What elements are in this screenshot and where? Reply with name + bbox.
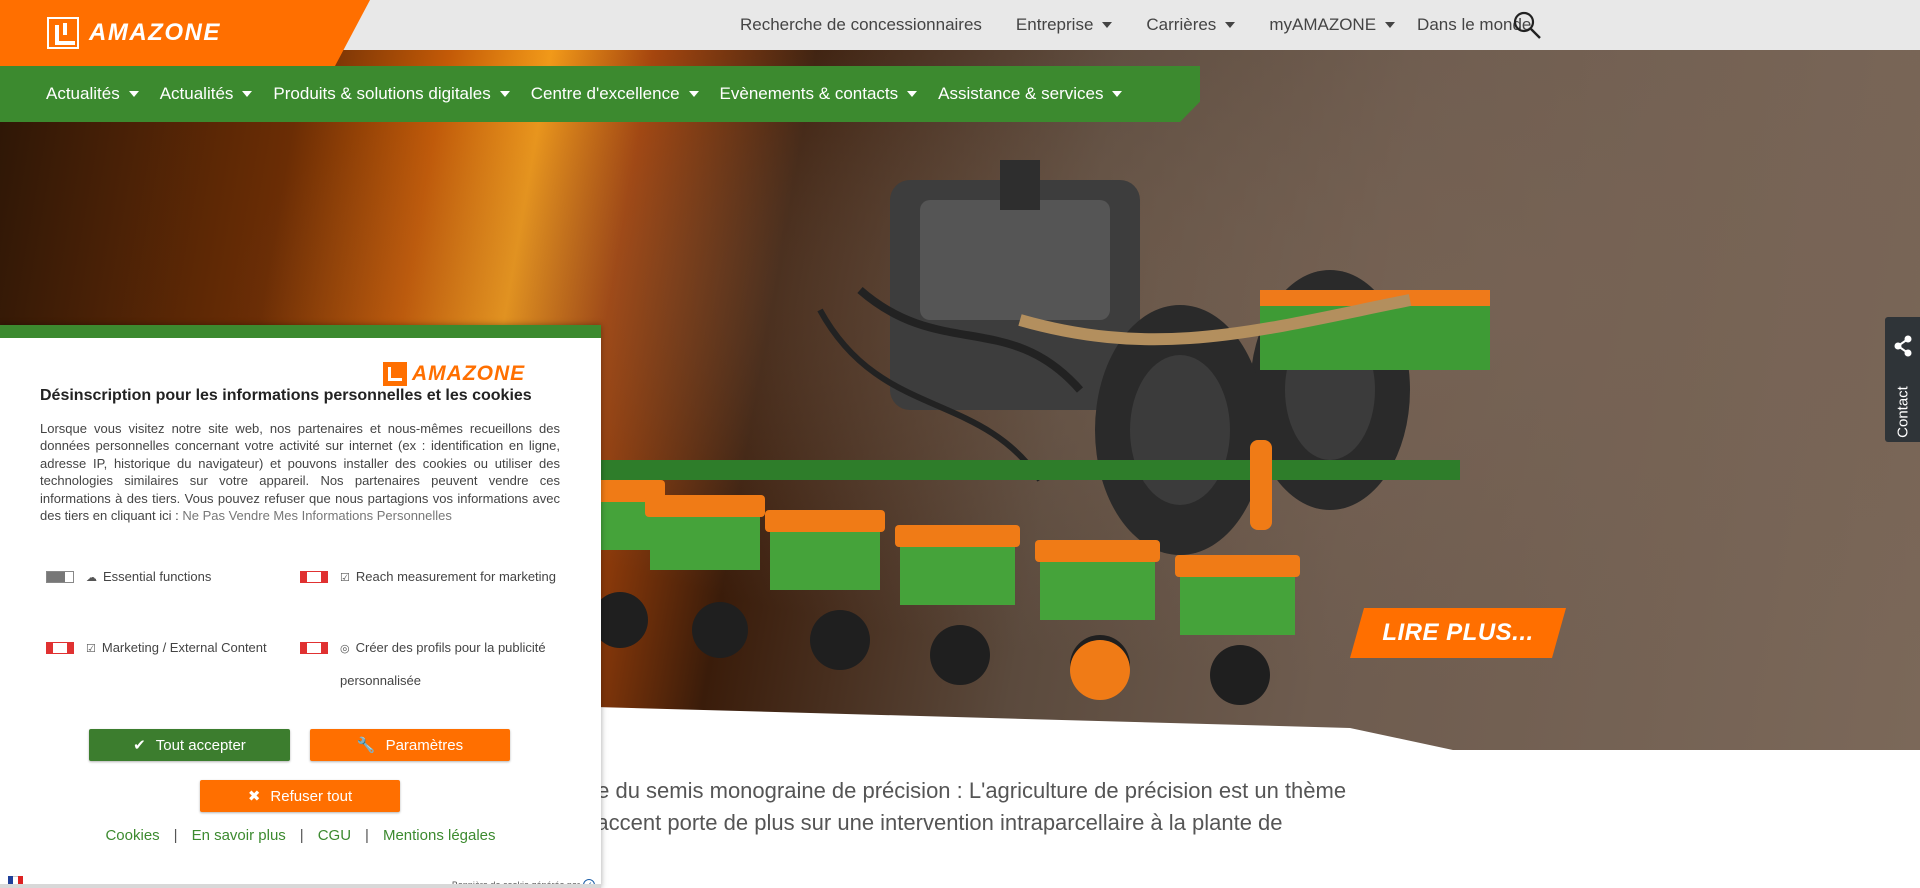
checkbox-icon: ☑ — [340, 572, 350, 584]
caret-down-icon — [1385, 22, 1396, 28]
caret-down-icon — [242, 91, 253, 97]
share-icon — [1894, 335, 1912, 357]
mentions-legales-link[interactable]: Mentions légales — [383, 827, 496, 844]
mainnav-evenements[interactable]: Evènements & contacts — [720, 84, 918, 104]
lire-plus-button[interactable]: LIRE PLUS... — [1350, 608, 1566, 658]
option-marketing: ☑ Marketing / External Content — [46, 640, 286, 655]
caret-down-icon — [128, 91, 139, 97]
mainnav-actualites-2[interactable]: Actualités — [160, 84, 253, 104]
topnav-entreprise[interactable]: Entreprise — [1015, 15, 1113, 35]
amazone-logo[interactable]: AMAZONE — [47, 17, 221, 49]
cookie-logo-text: AMAZONE — [412, 362, 526, 385]
amazone-logo-icon — [47, 17, 79, 49]
option-label: Reach measurement for marketing — [355, 569, 557, 584]
search-icon[interactable] — [1512, 10, 1542, 40]
en-savoir-plus-link[interactable]: En savoir plus — [192, 827, 286, 844]
caret-down-icon — [907, 91, 918, 97]
topnav-label: Recherche de concessionnaires — [740, 15, 982, 34]
mainnav-label: Assistance & services — [938, 84, 1104, 103]
caret-down-icon — [688, 91, 699, 97]
intro-line-2: L'accent porte de plus sur une intervent… — [580, 810, 1283, 835]
banner-bottom-strip — [0, 884, 601, 888]
mainnav-assistance[interactable]: Assistance & services — [938, 84, 1123, 104]
parameters-button[interactable]: 🔧 Paramètres — [310, 729, 510, 761]
cgu-link[interactable]: CGU — [318, 827, 351, 844]
caret-down-icon — [1225, 22, 1236, 28]
cookie-amazone-logo: AMAZONE — [383, 362, 525, 386]
cloud-icon: ☁ — [86, 572, 97, 584]
mainnav-label: Produits & solutions digitales — [273, 84, 491, 103]
accept-all-button[interactable]: ✔ Tout accepter — [89, 729, 290, 761]
top-navigation: Recherche de concessionnaires Entreprise… — [740, 0, 1565, 50]
option-essential: ☁ Essential functions — [46, 569, 276, 584]
mainnav-label: Centre d'excellence — [530, 84, 680, 103]
main-navigation: Actualités Actualités Produits & solutio… — [0, 66, 1200, 122]
logo-block[interactable]: AMAZONE — [0, 0, 370, 66]
caret-down-icon — [1102, 22, 1113, 28]
topnav-myamazone[interactable]: myAMAZONE — [1269, 15, 1396, 35]
profiles-toggle[interactable] — [300, 642, 328, 654]
option-label-wrap: ◎ Créer des profils pour la publicité per… — [300, 632, 570, 697]
topnav-carrieres[interactable]: Carrières — [1146, 15, 1236, 35]
amazone-logo-icon — [383, 362, 407, 386]
accept-all-label: Tout accepter — [155, 736, 246, 754]
option-label: Essential functions — [103, 569, 212, 584]
mainnav-actualites-1[interactable]: Actualités — [46, 84, 139, 104]
reach-measurement-toggle[interactable] — [300, 571, 328, 583]
checkbox-icon: ☑ — [86, 643, 96, 655]
close-icon: ✖ — [247, 788, 261, 805]
cookies-link[interactable]: Cookies — [105, 827, 159, 844]
mainnav-label: Actualités — [46, 84, 120, 103]
cookie-footer-links: Cookies | En savoir plus | CGU | Mentions léga… — [0, 827, 601, 844]
do-not-sell-link[interactable]: Ne Pas Vendre Mes Informations Personnel… — [182, 508, 452, 523]
contact-label: Contact — [1894, 386, 1912, 438]
caret-down-icon — [499, 91, 510, 97]
topnav-label: Entreprise — [1015, 15, 1094, 34]
check-icon: ✔ — [133, 737, 146, 754]
mainnav-label: Evènements & contacts — [719, 84, 899, 103]
topnav-label: myAMAZONE — [1269, 15, 1377, 34]
refuse-all-label: Refuser tout — [270, 787, 353, 805]
essential-toggle — [46, 571, 74, 583]
topnav-label: Carrières — [1146, 15, 1217, 34]
option-profiles: ◎ Créer des profils pour la publicité per… — [300, 640, 570, 697]
cookie-description: Lorsque vous visitez notre site web, nos… — [40, 420, 560, 524]
option-label: Marketing / External Content — [101, 640, 267, 655]
link-separator: | — [173, 827, 178, 844]
mainnav-produits[interactable]: Produits & solutions digitales — [273, 84, 510, 104]
mainnav-centre-excellence[interactable]: Centre d'excellence — [531, 84, 699, 104]
target-icon: ◎ — [340, 643, 350, 655]
parameters-label: Paramètres — [385, 736, 464, 754]
intro-text: ple du semis monograine de précision : L… — [580, 775, 1480, 839]
option-label: Créer des profils pour la publicité pers… — [340, 640, 546, 688]
option-label-wrap: ☑ Reach measurement for marketing — [300, 561, 556, 594]
contact-tab[interactable]: Contact — [1885, 317, 1920, 442]
cookie-title: Désinscription pour les informations per… — [40, 387, 532, 404]
link-separator: | — [299, 827, 304, 844]
option-reach-measurement: ☑ Reach measurement for marketing — [300, 569, 570, 594]
link-separator: | — [365, 827, 369, 844]
wrench-icon: 🔧 — [356, 737, 376, 754]
cookie-banner: AMAZONE Désinscription pour les informat… — [0, 325, 601, 888]
intro-line-1: ple du semis monograine de précision : L… — [580, 778, 1347, 803]
mainnav-label: Actualités — [159, 84, 234, 103]
refuse-all-button[interactable]: ✖ Refuser tout — [200, 780, 400, 812]
logo-text: AMAZONE — [89, 19, 221, 46]
caret-down-icon — [1112, 91, 1123, 97]
topnav-dealer-search[interactable]: Recherche de concessionnaires — [740, 15, 982, 35]
marketing-toggle[interactable] — [46, 642, 74, 654]
